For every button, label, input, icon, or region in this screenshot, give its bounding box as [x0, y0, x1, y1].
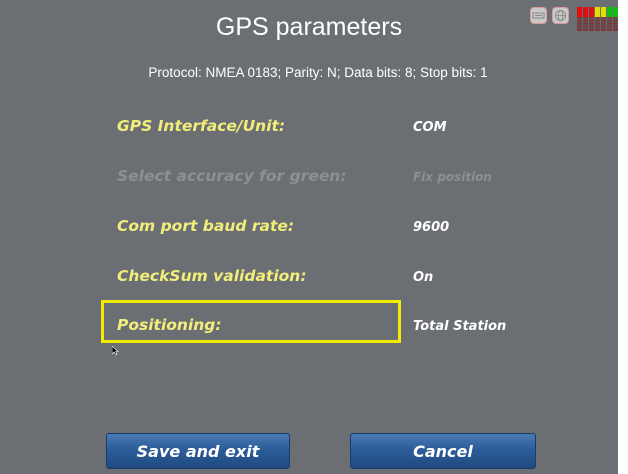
gps-interface-label[interactable]: GPS Interface/Unit:	[117, 117, 285, 135]
globe-glyph	[555, 10, 566, 21]
keyboard-icon[interactable]	[530, 7, 547, 24]
accuracy-label: Select accuracy for green:	[117, 167, 347, 185]
protocol-info: Protocol: NMEA 0183; Parity: N; Data bit…	[148, 65, 488, 80]
signal-bar	[613, 7, 618, 17]
signal-bar	[589, 7, 594, 17]
page-title: GPS parameters	[215, 13, 403, 41]
gps-interface-value[interactable]: COM	[413, 120, 447, 135]
signal-bar	[583, 7, 588, 17]
accuracy-value: Fix position	[413, 170, 492, 184]
mouse-cursor-icon	[111, 343, 120, 361]
signal-strength-indicator	[577, 7, 618, 31]
positioning-value[interactable]: Total Station	[413, 319, 506, 334]
baud-rate-value[interactable]: 9600	[413, 220, 449, 235]
signal-bar	[607, 7, 612, 17]
globe-icon[interactable]	[552, 7, 569, 24]
save-and-exit-button[interactable]: Save and exit	[106, 433, 290, 469]
signal-bar	[577, 7, 582, 17]
checksum-value[interactable]: On	[413, 270, 433, 285]
positioning-label[interactable]: Positioning:	[117, 316, 222, 334]
signal-bar	[595, 7, 600, 17]
checksum-label[interactable]: CheckSum validation:	[117, 267, 307, 285]
baud-rate-label[interactable]: Com port baud rate:	[117, 217, 294, 235]
gps-parameters-panel: GPS parameters Protocol: NMEA 0183; Pari…	[0, 0, 618, 474]
keyboard-glyph	[532, 12, 545, 19]
signal-bar	[601, 7, 606, 17]
cancel-button[interactable]: Cancel	[350, 433, 536, 469]
